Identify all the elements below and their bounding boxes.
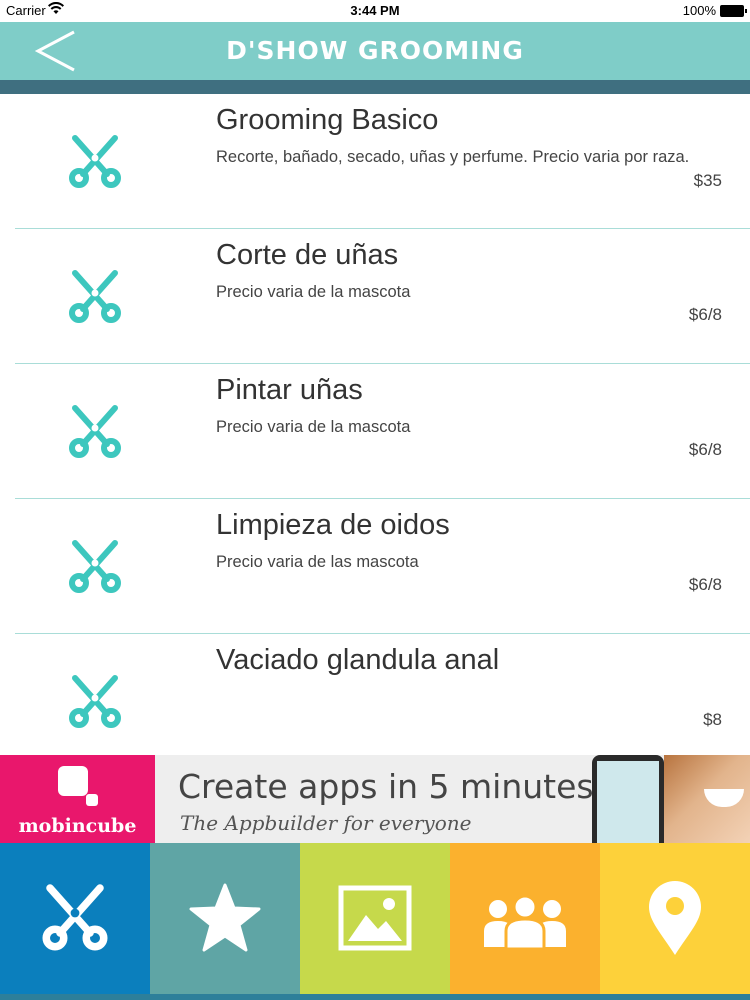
mobincube-logo: mobincube <box>0 755 155 843</box>
service-row[interactable]: Limpieza de oidos Precio varia de las ma… <box>15 499 750 634</box>
battery-icon <box>720 5 747 17</box>
clock-label: 3:44 PM <box>350 3 400 18</box>
service-description: Precio varia de la mascota <box>216 283 411 301</box>
tab-location[interactable] <box>600 843 750 994</box>
group-icon <box>484 894 566 949</box>
service-row[interactable]: Vaciado glandula anal $8 <box>15 634 750 755</box>
service-name: Vaciado glandula anal <box>216 644 500 676</box>
scissors-icon <box>69 405 121 458</box>
ad-banner[interactable]: mobincube Create apps in 5 minutes The A… <box>0 755 750 843</box>
service-price: $8 <box>703 710 722 729</box>
service-name: Limpieza de oidos <box>216 509 450 541</box>
scissors-icon <box>69 270 121 323</box>
battery-percent: 100% <box>682 3 716 18</box>
nav-divider <box>0 80 750 94</box>
service-description: Precio varia de las mascota <box>216 553 419 571</box>
service-price: $35 <box>693 171 722 190</box>
phone-image <box>592 755 664 843</box>
service-name: Pintar uñas <box>216 374 363 406</box>
service-row[interactable]: Pintar uñas Precio varia de la mascota $… <box>15 364 750 499</box>
nav-bar: D'SHOW GROOMING <box>0 22 750 80</box>
ad-tagline: The Appbuilder for everyone <box>180 811 472 835</box>
service-price: $6/8 <box>688 575 722 594</box>
status-bar: Carrier 3:44 PM 100% <box>0 0 750 22</box>
page-title: D'SHOW GROOMING <box>226 36 524 65</box>
service-row[interactable]: Grooming Basico Recorte, bañado, secado,… <box>15 94 750 229</box>
tab-services[interactable] <box>0 843 150 994</box>
mobincube-logo-icon <box>58 766 98 806</box>
ad-brand: mobincube <box>18 815 137 837</box>
ad-headline: Create apps in 5 minutes <box>178 767 594 806</box>
tab-bar-strip <box>0 994 750 1000</box>
service-price: $6/8 <box>688 440 722 459</box>
service-name: Corte de uñas <box>216 239 399 271</box>
scissors-icon <box>42 884 108 951</box>
tab-gallery[interactable] <box>300 843 450 994</box>
service-description: Recorte, bañado, secado, uñas y perfume.… <box>216 148 690 166</box>
tab-favorites[interactable] <box>150 843 300 994</box>
service-price: $6/8 <box>688 305 722 324</box>
scissors-icon <box>69 135 121 188</box>
tab-bar <box>0 843 750 1000</box>
scissors-icon <box>69 540 121 593</box>
service-list[interactable]: Grooming Basico Recorte, bañado, secado,… <box>0 94 750 755</box>
tab-team[interactable] <box>450 843 600 994</box>
service-description: Precio varia de la mascota <box>216 418 411 436</box>
smiling-person-image <box>664 755 750 843</box>
service-row[interactable]: Corte de uñas Precio varia de la mascota… <box>15 229 750 364</box>
service-name: Grooming Basico <box>216 104 439 136</box>
image-icon <box>338 885 412 951</box>
star-icon <box>189 883 261 952</box>
scissors-icon <box>69 675 121 728</box>
map-pin-icon <box>649 881 701 955</box>
